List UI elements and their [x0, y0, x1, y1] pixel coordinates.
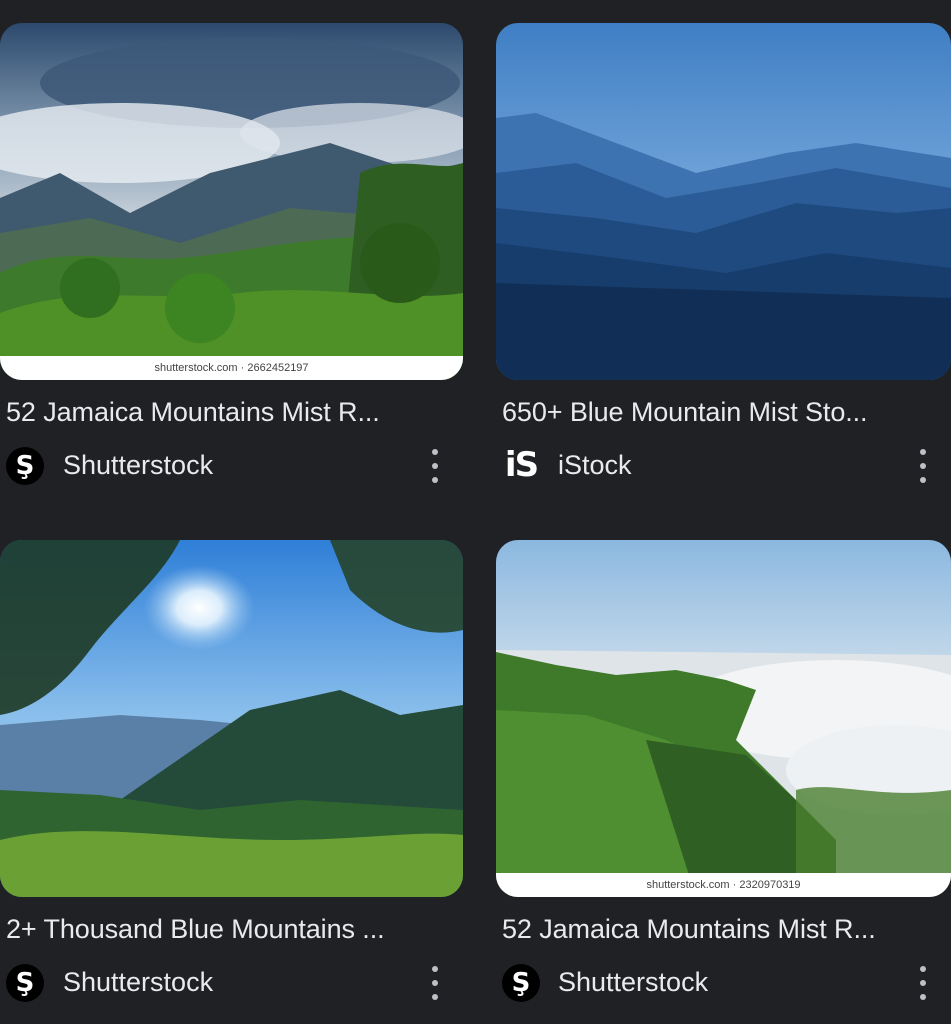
result-title[interactable]: 52 Jamaica Mountains Mist R... [496, 914, 951, 945]
result-title[interactable]: 2+ Thousand Blue Mountains ... [0, 914, 463, 945]
shutterstock-icon: Ş [6, 964, 44, 1002]
result-thumbnail[interactable]: shutterstock.com · 2662452197 [0, 23, 463, 380]
blue-mountain-image [496, 23, 951, 380]
source-name: iStock [558, 450, 632, 480]
result-source[interactable]: Ş Shutterstock [0, 446, 463, 486]
shutterstock-icon: Ş [6, 447, 44, 485]
result-source[interactable]: iS iStock [496, 446, 951, 486]
more-vert-icon[interactable] [913, 449, 933, 483]
source-name: Shutterstock [63, 967, 214, 997]
result-source[interactable]: Ş Shutterstock [496, 963, 951, 1003]
result-thumbnail[interactable] [0, 540, 463, 897]
shutterstock-icon: Ş [502, 964, 540, 1002]
result-card[interactable]: 2+ Thousand Blue Mountains ... Ş Shutter… [0, 540, 463, 1003]
source-name: Shutterstock [558, 967, 709, 997]
sunny-mountains-image [0, 540, 463, 897]
cloud-forest-image [496, 540, 951, 897]
result-title[interactable]: 650+ Blue Mountain Mist Sto... [496, 397, 951, 428]
result-card[interactable]: shutterstock.com · 2662452197 52 Jamaica… [0, 23, 463, 486]
result-title[interactable]: 52 Jamaica Mountains Mist R... [0, 397, 463, 428]
watermark-text: shutterstock.com · 2320970319 [496, 873, 951, 897]
more-vert-icon[interactable] [425, 449, 445, 483]
more-vert-icon[interactable] [425, 966, 445, 1000]
more-vert-icon[interactable] [913, 966, 933, 1000]
watermark-text: shutterstock.com · 2662452197 [0, 356, 463, 380]
result-card[interactable]: 650+ Blue Mountain Mist Sto... iS iStock [496, 23, 951, 486]
result-source[interactable]: Ş Shutterstock [0, 963, 463, 1003]
result-card[interactable]: shutterstock.com · 2320970319 52 Jamaica… [496, 540, 951, 1003]
result-thumbnail[interactable] [496, 23, 951, 380]
result-thumbnail[interactable]: shutterstock.com · 2320970319 [496, 540, 951, 897]
mountain-mist-image [0, 23, 463, 380]
istock-icon: iS [504, 445, 539, 485]
source-name: Shutterstock [63, 450, 214, 480]
